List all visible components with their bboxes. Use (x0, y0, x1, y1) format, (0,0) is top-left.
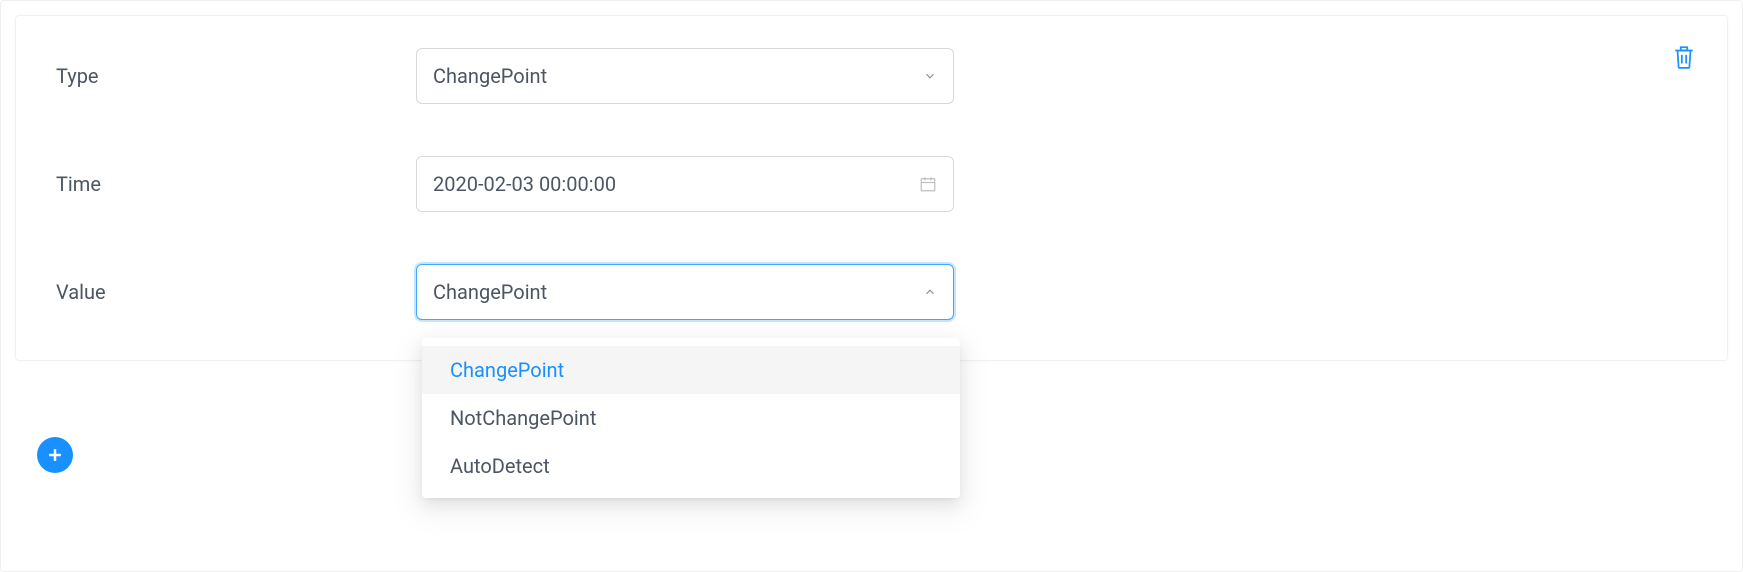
row-time: Time (56, 156, 1687, 212)
value-select[interactable]: ChangePoint (416, 264, 954, 320)
row-type: Type ChangePoint (56, 48, 1687, 104)
value-option-changepoint[interactable]: ChangePoint (422, 346, 960, 394)
value-option-notchangepoint[interactable]: NotChangePoint (422, 394, 960, 442)
type-label: Type (56, 64, 416, 88)
row-value: Value ChangePoint (56, 264, 1687, 320)
type-select-value: ChangePoint (433, 64, 923, 88)
value-dropdown-menu: ChangePoint NotChangePoint AutoDetect (422, 338, 960, 498)
plus-icon (45, 445, 65, 465)
chevron-up-icon (923, 285, 937, 299)
add-button[interactable] (37, 437, 73, 473)
value-select-value: ChangePoint (433, 280, 923, 304)
time-label: Time (56, 172, 416, 196)
delete-button[interactable] (1671, 42, 1697, 72)
panel-outer: Type ChangePoint Time (0, 0, 1743, 572)
trash-icon (1671, 44, 1697, 70)
chevron-down-icon (923, 69, 937, 83)
value-option-autodetect[interactable]: AutoDetect (422, 442, 960, 490)
form-card: Type ChangePoint Time (15, 15, 1728, 361)
value-label: Value (56, 280, 416, 304)
calendar-icon (919, 175, 937, 193)
time-input[interactable] (433, 172, 919, 196)
type-select[interactable]: ChangePoint (416, 48, 954, 104)
time-input-wrapper[interactable] (416, 156, 954, 212)
